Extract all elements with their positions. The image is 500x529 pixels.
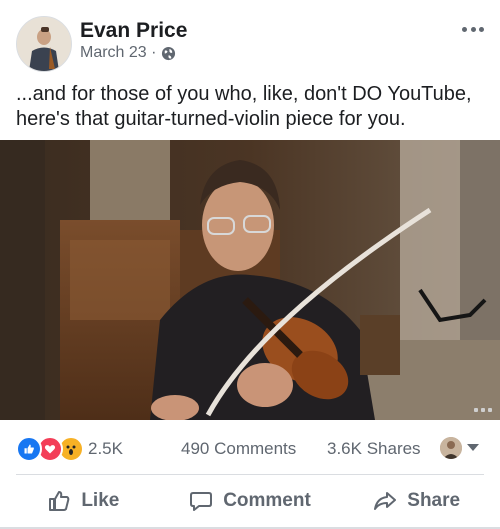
feed-post: Evan Price March 23 · ...and for those o… bbox=[0, 0, 500, 529]
shares-count[interactable]: 3.6K Shares bbox=[327, 439, 421, 459]
author-avatar[interactable] bbox=[16, 16, 72, 72]
like-button[interactable]: Like bbox=[0, 476, 167, 526]
post-date[interactable]: March 23 · bbox=[80, 44, 156, 62]
post-stats: 2.5K 490 Comments 3.6K Shares bbox=[0, 430, 500, 466]
more-options-icon[interactable] bbox=[462, 24, 484, 34]
comments-count[interactable]: 490 Comments bbox=[181, 439, 296, 459]
post-text: ...and for those of you who, like, don't… bbox=[16, 83, 472, 130]
comment-icon bbox=[190, 492, 213, 511]
video-player[interactable] bbox=[0, 140, 500, 420]
video-frame bbox=[0, 140, 500, 420]
post-header: Evan Price March 23 · bbox=[0, 0, 500, 76]
reactions-summary[interactable] bbox=[16, 436, 84, 462]
divider bbox=[16, 474, 484, 475]
video-options-icon[interactable] bbox=[474, 408, 492, 412]
share-label: Share bbox=[407, 490, 461, 511]
post-actions: Like Comment Share bbox=[0, 476, 500, 526]
chevron-down-icon[interactable] bbox=[467, 444, 479, 451]
like-label: Like bbox=[81, 490, 120, 511]
post-meta: March 23 · bbox=[80, 44, 176, 62]
thumbs-up-icon bbox=[49, 491, 70, 511]
globe-icon bbox=[161, 46, 176, 61]
author-name[interactable]: Evan Price bbox=[80, 19, 187, 43]
share-button[interactable]: Share bbox=[333, 476, 500, 526]
reaction-count[interactable]: 2.5K bbox=[88, 439, 123, 459]
share-arrow-icon bbox=[374, 492, 397, 510]
comment-button[interactable]: Comment bbox=[167, 476, 334, 526]
like-reaction-icon bbox=[16, 436, 42, 462]
comment-label: Comment bbox=[223, 490, 311, 511]
viewer-avatar[interactable] bbox=[440, 437, 462, 459]
